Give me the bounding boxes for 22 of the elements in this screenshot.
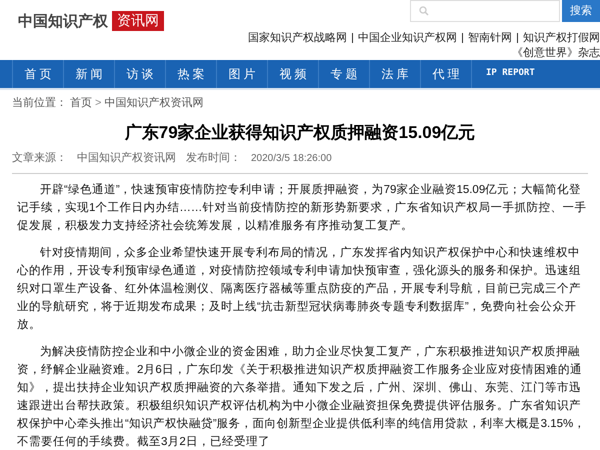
breadcrumb-label: 当前位置：: [12, 96, 67, 111]
partner-link[interactable]: 智南针网: [468, 30, 512, 46]
breadcrumb-link[interactable]: 中国知识产权资讯网: [104, 94, 204, 112]
partner-link[interactable]: 国家知识产权战略网: [248, 30, 347, 46]
article-title: 广东79家企业获得知识产权质押融资15.09亿元: [124, 122, 476, 144]
partner-link[interactable]: 中国企业知识产权网: [358, 30, 457, 46]
search-field[interactable]: [410, 0, 560, 22]
search-button[interactable]: 搜索: [562, 0, 600, 22]
site-logo-badge: 资讯网: [112, 11, 164, 31]
article-paragraph: 开辟“绿色通道”，快速预审疫情防控专利申请；开展质押融资，为79家企业融资15.09亿元；大幅简化登记手续，实现1个工作日内办结……针对当前疫情防控的新形势新要求，广东省知识产权局一手抓防控、一手促发展，积极发力支持经济社会统筹发展，以精准服务有序推动复工复产。: [17, 182, 588, 234]
breadcrumb-link[interactable]: 首页: [70, 94, 92, 112]
article-paragraph: 为解决疫情防控企业和中小微企业的资金困难，助力企业尽快复工复产，广东积极推进知识产权质押融资，纾解企业融资难。2月6日，广东印发《关于积极推进知识产权质押融资工作服务企业应对疫情困难的通知》，提出扶持企业知识产权质押融资的六条举措。通知下发之后，广州、深圳、佛山、东莞、江门等市迅速跟进出台帮扶政策。积极组织知识产权评估机构为中小微企业融资担保免费提供评估服务。广东省知识产权保护中心牵头推出“知识产权快融贷”服务，面向创新型企业提供低利率的纯信用贷款，利率大概是3.15%，不需要任何的手续费。截至3月2日，已经受理了: [17, 344, 586, 450]
source-value: 中国知识产权资讯网: [77, 150, 176, 166]
article-paragraph: 针对疫情期间，众多企业希望快速开展专利布局的情况，广东发挥省内知识产权保护中心和快速维权中心的作用，开设专利预审绿色通道，对疫情防控领域专利申请加快预审查，强化源头的服务和保护。迅速组织对口罩生产设备、红外体温检测仪、隔离医疗器械等重点防疫的产品，开展专利导航，目前已完成三个产业的导航研究，将于近期发布成果；及时上线“抗击新型冠状病毒肺炎专题专利数据库”，免费向社会公众开放。: [17, 245, 582, 333]
site-logo-name: 中国知识产权: [18, 10, 108, 32]
time-value: 2020/3/5 18:26:00: [251, 152, 332, 166]
partner-link[interactable]: 《创意世界》杂志: [512, 46, 600, 60]
breadcrumb-separator: >: [95, 96, 102, 111]
partner-link[interactable]: 知识产权打假网: [523, 30, 600, 46]
time-label: 发布时间：: [186, 150, 241, 166]
source-label: 文章来源：: [12, 150, 67, 166]
search-icon: [419, 6, 429, 16]
